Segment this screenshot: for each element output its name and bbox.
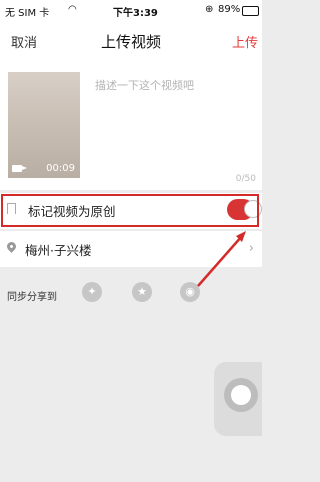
weibo-icon[interactable]: ◉ <box>180 282 200 302</box>
description-input[interactable]: 描述一下这个视频吧 <box>95 77 194 93</box>
qq-zone-icon[interactable]: ✦ <box>82 282 102 302</box>
nav-bar: 取消 上传视频 上传 <box>0 20 262 62</box>
status-bar: 无 SIM 卡 ◠ 下午3:39 ⊕ 89% <box>0 0 262 20</box>
video-thumbnail[interactable]: 00:09 <box>8 72 80 178</box>
time-label: 下午3:39 <box>113 8 158 19</box>
char-count: 0/50 <box>235 174 256 184</box>
chevron-right-icon: › <box>248 241 254 256</box>
location-pin-icon <box>5 240 18 253</box>
highlight-box <box>1 194 259 227</box>
upload-button[interactable]: 上传 <box>232 32 258 51</box>
location-row[interactable]: 梅州·子兴楼 › <box>0 231 262 267</box>
page-title: 上传视频 <box>100 33 161 51</box>
battery-icon <box>242 6 259 16</box>
battery-label: 89% <box>218 4 241 15</box>
share-label: 同步分享到 <box>7 292 57 303</box>
wifi-icon: ◠ <box>68 4 77 15</box>
assistive-touch[interactable] <box>214 362 262 436</box>
location-label: 梅州·子兴楼 <box>25 243 92 258</box>
share-row: 同步分享到 ✦ ★ ◉ <box>0 280 262 310</box>
star-icon[interactable]: ★ <box>132 282 152 302</box>
video-duration: 00:09 <box>46 163 75 174</box>
location-status-icon: ⊕ <box>205 4 214 15</box>
assistive-dot <box>231 385 251 405</box>
video-camera-icon <box>12 165 27 172</box>
video-editor: 00:09 描述一下这个视频吧 0/50 <box>0 62 262 190</box>
carrier-label: 无 SIM 卡 <box>5 8 50 19</box>
